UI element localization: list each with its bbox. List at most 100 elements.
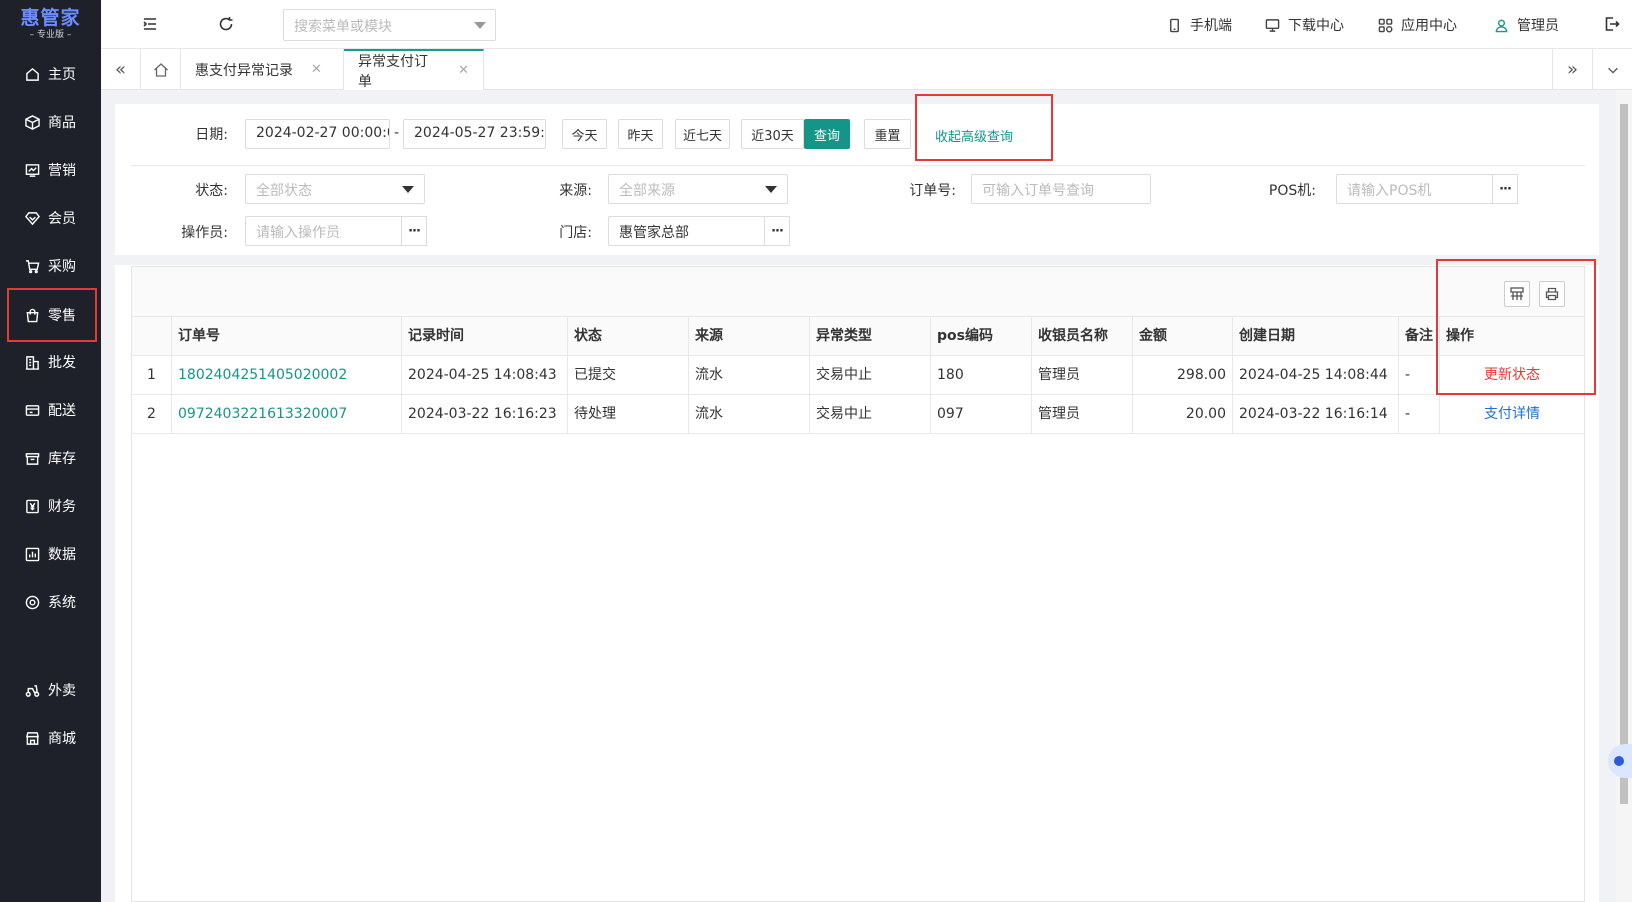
chevron-down-icon (765, 186, 777, 193)
warehouse-icon (24, 450, 40, 466)
sidebar-item-purchase[interactable]: 采购 (0, 246, 101, 286)
header-order-no[interactable]: 订单号 (172, 317, 402, 356)
payment-detail-link[interactable]: 支付详情 (1439, 395, 1584, 434)
home-tab-icon[interactable] (141, 49, 181, 90)
phone-icon (1170, 18, 1179, 32)
status: 待处理 (568, 395, 689, 434)
sidebar-item-delivery[interactable]: 配送 (0, 390, 101, 430)
date-label: 日期: (195, 127, 228, 143)
logout-icon[interactable] (1603, 15, 1621, 33)
section-gap (115, 255, 1599, 265)
apps-icon (1378, 18, 1393, 32)
sidebar-item-inventory[interactable]: 库存 (0, 438, 101, 478)
operator-label: 操作员: (181, 225, 228, 241)
sidebar-item-finance[interactable]: 财务 (0, 486, 101, 526)
home-icon (24, 66, 40, 82)
logo-main: 惠管家 (20, 7, 81, 29)
row-index: 2 (132, 395, 172, 434)
tab-exception-orders[interactable]: 异常支付订单 ✕ (344, 49, 484, 90)
source-select[interactable]: 全部来源 (608, 174, 788, 204)
shop-icon (24, 730, 40, 746)
store-picker-button[interactable]: ··· (764, 216, 790, 246)
header-exception-type[interactable]: 异常类型 (810, 317, 931, 356)
last-30-days-button[interactable]: 近30天 (741, 119, 804, 149)
sidebar-item-takeout[interactable]: 外卖 (0, 670, 101, 710)
pos-code: 097 (931, 395, 1032, 434)
order-no-link[interactable]: 0972403221613320007 (172, 395, 402, 434)
close-icon[interactable]: ✕ (311, 62, 322, 77)
sidebar-item-goods[interactable]: 商品 (0, 102, 101, 142)
sidebar-item-mall[interactable]: 商城 (0, 718, 101, 758)
header-created-date[interactable]: 创建日期 (1233, 317, 1399, 356)
table-row: 2 0972403221613320007 2024-03-22 16:16:2… (132, 395, 1584, 434)
order-no-link[interactable]: 1802404251405020002 (172, 356, 402, 395)
date-end-input[interactable]: 2024-05-27 23:59:59 (403, 119, 546, 149)
scooter-icon (24, 682, 40, 698)
sidebar-item-label: 零售 (48, 308, 76, 324)
date-start-input[interactable]: 2024-02-27 00:00:00 (245, 119, 390, 149)
tab-scroll-left-icon[interactable]: « (101, 49, 141, 90)
header-amount[interactable]: 金额 (1133, 317, 1233, 356)
sidebar-item-marketing[interactable]: 营销 (0, 150, 101, 190)
mobile-link[interactable]: 手机端 (1167, 15, 1232, 35)
refresh-icon[interactable] (217, 15, 235, 33)
menu-search-input[interactable]: 搜索菜单或模块 (283, 9, 496, 41)
sidebar-item-home[interactable]: 主页 (0, 54, 101, 94)
sidebar-item-retail[interactable]: 零售 (7, 288, 97, 342)
exception-type: 交易中止 (810, 395, 931, 434)
scrollbar-thumb[interactable] (1620, 104, 1628, 804)
created-date: 2024-04-25 14:08:44 (1233, 356, 1399, 395)
menu-toggle-icon[interactable] (141, 15, 159, 33)
diamond-icon (24, 210, 40, 226)
sidebar-item-wholesale[interactable]: 批发 (0, 342, 101, 382)
highlight-box (915, 94, 1053, 161)
sidebar-item-system[interactable]: 系统 (0, 582, 101, 622)
status-label: 状态: (195, 183, 228, 199)
header-status[interactable]: 状态 (568, 317, 689, 356)
yen-icon (24, 498, 40, 514)
sidebar-item-member[interactable]: 会员 (0, 198, 101, 238)
last-7-days-button[interactable]: 近七天 (675, 119, 730, 149)
pos-code: 180 (931, 356, 1032, 395)
sidebar-item-label: 配送 (48, 403, 76, 419)
header-pos-code[interactable]: pos编码 (931, 317, 1032, 356)
header-source[interactable]: 来源 (689, 317, 810, 356)
table-header-row: 订单号 记录时间 状态 来源 异常类型 pos编码 收银员名称 金额 创建日期 … (132, 317, 1584, 356)
header-cashier[interactable]: 收银员名称 (1032, 317, 1133, 356)
sidebar-item-label: 会员 (48, 211, 76, 227)
today-button[interactable]: 今天 (562, 119, 607, 149)
reset-button[interactable]: 重置 (864, 119, 911, 149)
tab-pay-exception-records[interactable]: 惠支付异常记录 ✕ (181, 49, 344, 90)
search-placeholder: 搜索菜单或模块 (294, 19, 392, 35)
app-center-link[interactable]: 应用中心 (1378, 15, 1457, 35)
query-button[interactable]: 查询 (804, 119, 850, 149)
tab-menu-chevron-icon[interactable] (1592, 49, 1632, 90)
user-icon (1495, 19, 1508, 32)
chevron-down-icon (474, 22, 486, 29)
close-icon[interactable]: ✕ (458, 63, 469, 78)
pos-input[interactable]: 请输入POS机 (1336, 174, 1493, 204)
sidebar-item-label: 财务 (48, 499, 76, 515)
record-time: 2024-04-25 14:08:43 (402, 356, 568, 395)
sidebar-item-data[interactable]: 数据 (0, 534, 101, 574)
orders-table: 订单号 记录时间 状态 来源 异常类型 pos编码 收银员名称 金额 创建日期 … (131, 266, 1585, 902)
assistant-float-icon[interactable] (1608, 744, 1632, 778)
status-value: 全部状态 (256, 183, 312, 199)
user-menu[interactable]: 管理员 (1494, 15, 1559, 35)
store-input[interactable]: 惠管家总部 (608, 216, 766, 246)
sidebar-item-label: 商品 (48, 115, 76, 131)
download-center-link[interactable]: 下载中心 (1265, 15, 1344, 35)
header-remark[interactable]: 备注 (1399, 317, 1439, 356)
header-record-time[interactable]: 记录时间 (402, 317, 568, 356)
operator-picker-button[interactable]: ··· (401, 216, 427, 246)
logo: 惠管家 – 专业版 – (0, 0, 101, 48)
operator-input[interactable]: 请输入操作员 (245, 216, 403, 246)
yesterday-button[interactable]: 昨天 (618, 119, 663, 149)
tab-scroll-right-icon[interactable]: » (1552, 49, 1592, 90)
status-select[interactable]: 全部状态 (245, 174, 425, 204)
order-no-input[interactable]: 可输入订单号查询 (971, 174, 1151, 204)
cashier: 管理员 (1032, 356, 1133, 395)
apps-label: 应用中心 (1401, 18, 1457, 34)
pos-picker-button[interactable]: ··· (1492, 174, 1518, 204)
page-scrollbar[interactable] (1616, 90, 1632, 902)
